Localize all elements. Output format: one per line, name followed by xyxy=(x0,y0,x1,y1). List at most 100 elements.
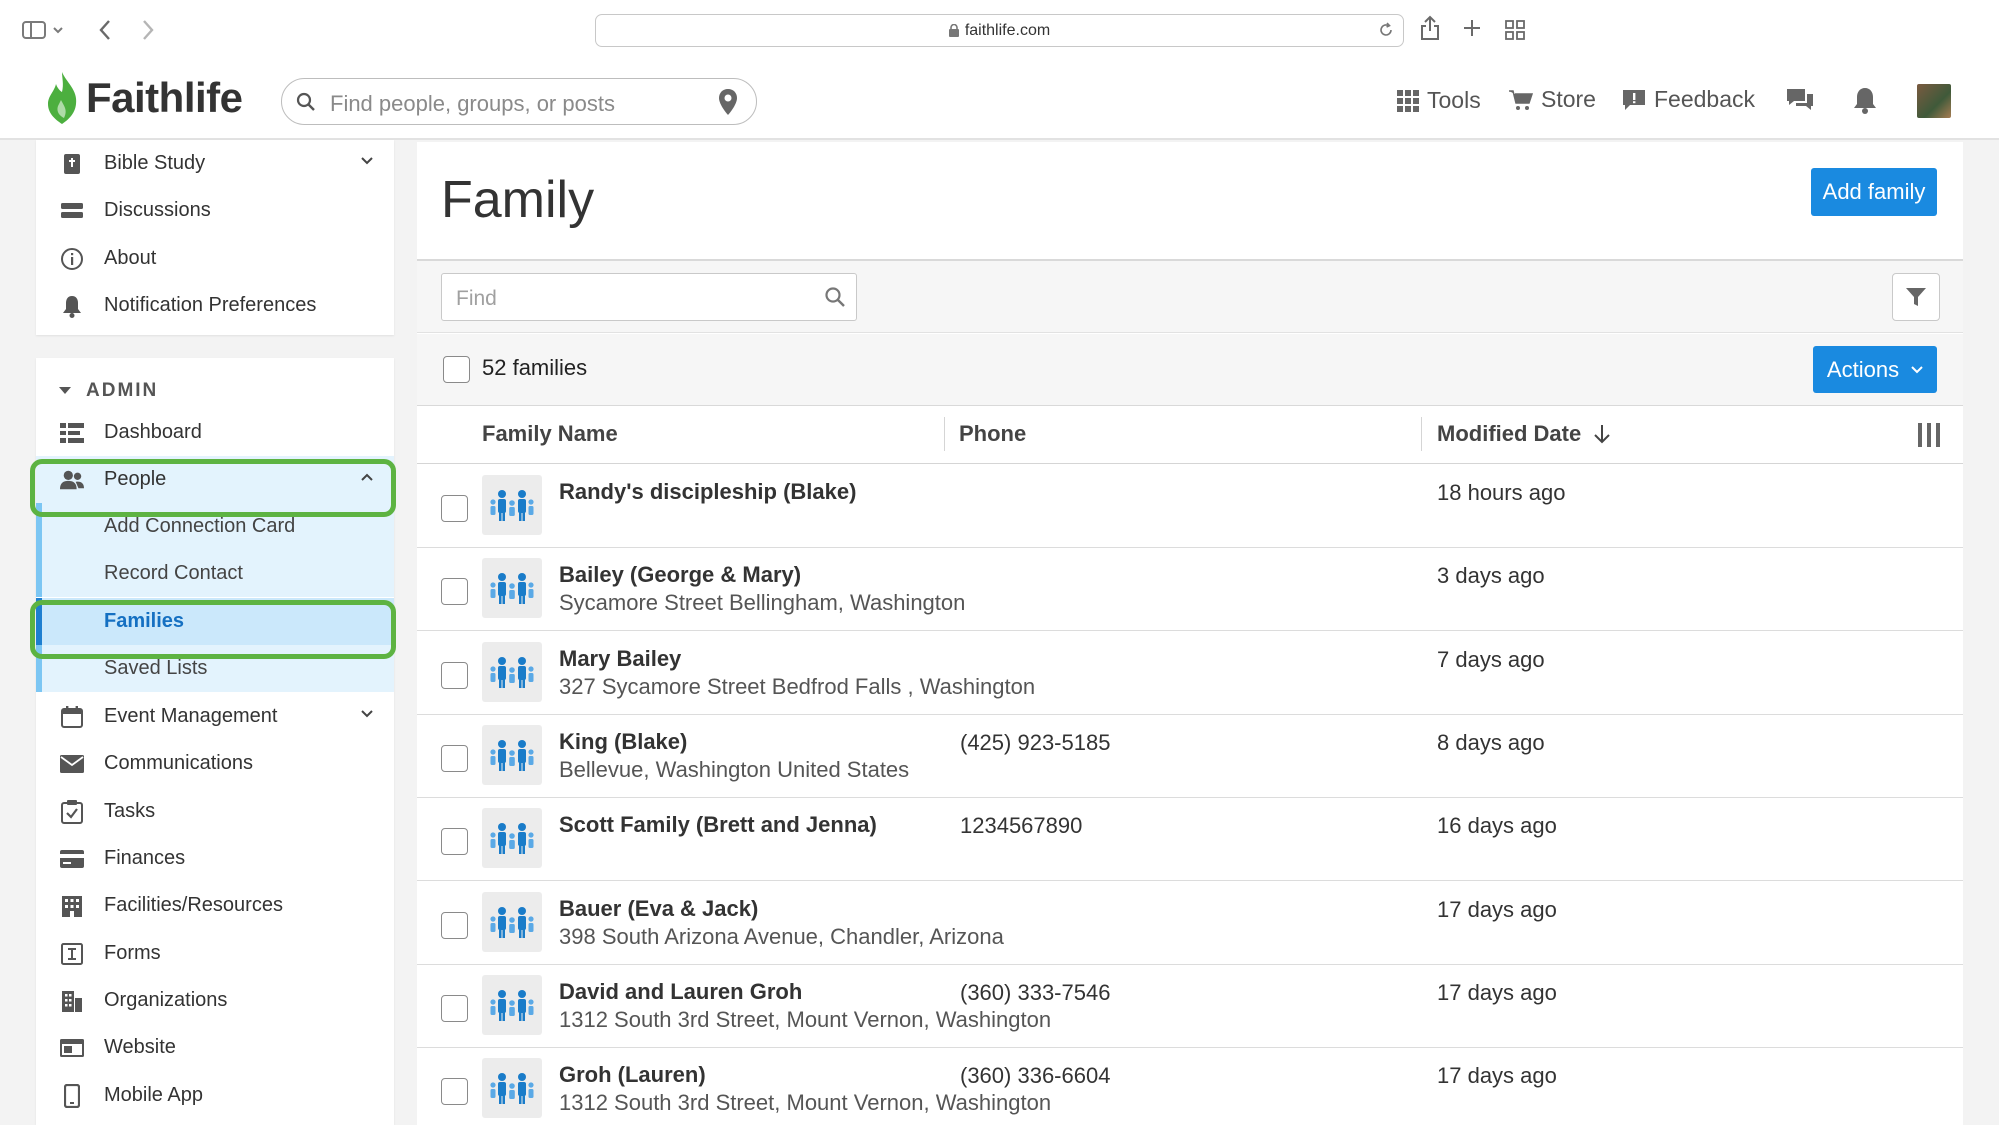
sidebar-item-discussions[interactable]: Discussions xyxy=(36,187,394,234)
reload-icon[interactable] xyxy=(1377,21,1395,39)
nav-feedback[interactable]: Feedback xyxy=(1622,86,1755,113)
row-checkbox[interactable] xyxy=(441,995,468,1022)
sidebar-item-forms[interactable]: Forms xyxy=(36,930,394,977)
column-divider[interactable] xyxy=(944,417,945,451)
row-checkbox[interactable] xyxy=(441,828,468,855)
family-icon xyxy=(482,808,542,868)
row-checkbox[interactable] xyxy=(441,912,468,939)
sidebar-item-organizations[interactable]: Organizations xyxy=(36,977,394,1024)
column-settings-icon[interactable] xyxy=(1917,422,1941,448)
global-search-input[interactable]: Find people, groups, or posts xyxy=(281,78,757,125)
filter-button[interactable] xyxy=(1892,273,1940,321)
search-placeholder: Find people, groups, or posts xyxy=(330,91,615,116)
url-text: faithlife.com xyxy=(964,21,1051,39)
nav-tools[interactable]: Tools xyxy=(1397,87,1481,114)
tab-overview-icon[interactable] xyxy=(1505,20,1525,40)
share-icon[interactable] xyxy=(1420,15,1440,41)
sidebar-item-tasks[interactable]: Tasks xyxy=(36,788,394,835)
faithlife-logo[interactable]: Faithlife xyxy=(44,70,243,126)
selection-row xyxy=(417,334,1963,406)
sidebar-item-label: Finances xyxy=(104,847,186,869)
family-name-link[interactable]: Scott Family (Brett and Jenna) xyxy=(559,812,877,838)
sidebar-item-notification-preferences[interactable]: Notification Preferences xyxy=(36,282,394,329)
family-name-link[interactable]: Mary Bailey xyxy=(559,646,681,672)
find-placeholder: Find xyxy=(456,287,497,310)
info-icon xyxy=(60,247,84,271)
sidebar-item-mobile-app[interactable]: Mobile App xyxy=(36,1072,394,1119)
row-checkbox[interactable] xyxy=(441,1078,468,1105)
grid-icon xyxy=(1397,89,1427,112)
actions-dropdown-button[interactable]: Actions xyxy=(1813,346,1937,393)
row-checkbox[interactable] xyxy=(441,578,468,605)
sidebar-subitem-label: Record Contact xyxy=(104,562,243,584)
modified-date: 8 days ago xyxy=(1437,730,1545,755)
sidebar-item-website[interactable]: Website xyxy=(36,1024,394,1071)
sidebar-item-communications[interactable]: Communications xyxy=(36,740,394,787)
sort-descending-icon xyxy=(1593,424,1611,444)
column-header-label: Modified Date xyxy=(1437,421,1582,446)
family-name-link[interactable]: Bailey (George & Mary) xyxy=(559,562,801,588)
sidebar-item-about[interactable]: About xyxy=(36,235,394,282)
new-tab-icon[interactable] xyxy=(1462,18,1482,38)
add-family-button[interactable]: Add family xyxy=(1811,168,1937,216)
table-row[interactable] xyxy=(417,798,1963,881)
sidebar-item-bible-study[interactable]: Bible Study xyxy=(36,140,394,187)
sidebar-item-facilities[interactable]: Facilities/Resources xyxy=(36,882,394,929)
filter-icon xyxy=(1905,286,1927,308)
organization-icon xyxy=(60,989,84,1013)
family-name-link[interactable]: Bauer (Eva & Jack) xyxy=(559,896,758,922)
row-checkbox[interactable] xyxy=(441,745,468,772)
family-phone: (425) 923-5185 xyxy=(960,730,1111,755)
cart-icon xyxy=(1509,89,1541,111)
forward-icon[interactable] xyxy=(141,19,155,41)
sidebar-item-label: Notification Preferences xyxy=(104,294,317,316)
sidebar-item-label: Discussions xyxy=(104,199,211,221)
family-icon xyxy=(482,975,542,1035)
column-header-family-name[interactable]: Family Name xyxy=(482,421,618,447)
row-checkbox[interactable] xyxy=(441,662,468,689)
chevron-down-icon[interactable] xyxy=(360,707,374,721)
sidebar-item-finances[interactable]: Finances xyxy=(36,835,394,882)
family-name-link[interactable]: King (Blake) xyxy=(559,729,687,755)
table-row[interactable] xyxy=(417,465,1963,548)
clipboard-check-icon xyxy=(60,800,84,824)
chevron-down-icon[interactable] xyxy=(360,154,374,168)
column-divider[interactable] xyxy=(1421,417,1422,451)
family-name-link[interactable]: David and Lauren Groh xyxy=(559,979,802,1005)
caret-down-icon xyxy=(58,386,72,396)
dashboard-icon xyxy=(60,421,84,445)
envelope-icon xyxy=(60,752,84,776)
sidebar-subitem-record-contact[interactable]: Record Contact xyxy=(36,550,394,597)
address-bar[interactable]: faithlife.com xyxy=(595,14,1404,47)
select-all-checkbox[interactable] xyxy=(443,356,470,383)
find-input[interactable]: Find xyxy=(441,273,857,321)
sidebar-toggle-icon[interactable] xyxy=(22,20,64,40)
logo-text: Faithlife xyxy=(86,74,243,121)
family-address: 1312 South 3rd Street, Mount Vernon, Was… xyxy=(559,1090,1052,1115)
actions-label: Actions xyxy=(1826,356,1900,382)
user-avatar[interactable] xyxy=(1917,84,1951,118)
family-address: Bellevue, Washington United States xyxy=(559,757,910,782)
family-icon xyxy=(482,725,542,785)
notifications-bell-icon[interactable] xyxy=(1852,86,1878,114)
modified-date: 18 hours ago xyxy=(1437,480,1566,505)
form-icon xyxy=(60,942,84,966)
messages-icon[interactable] xyxy=(1785,87,1815,113)
row-checkbox[interactable] xyxy=(441,495,468,522)
column-header-modified-date[interactable]: Modified Date xyxy=(1437,421,1611,447)
back-icon[interactable] xyxy=(98,19,112,41)
sidebar-item-event-management[interactable]: Event Management xyxy=(36,693,394,740)
nav-store-label: Store xyxy=(1541,86,1596,112)
building-icon xyxy=(60,894,84,918)
sidebar-item-label: Tasks xyxy=(104,800,156,822)
location-pin-icon[interactable] xyxy=(718,88,738,116)
family-name-link[interactable]: Randy's discipleship (Blake) xyxy=(559,479,856,505)
family-name-link[interactable]: Groh (Lauren) xyxy=(559,1062,706,1088)
sidebar-item-label: Organizations xyxy=(104,989,228,1011)
nav-store[interactable]: Store xyxy=(1509,86,1596,113)
admin-section-toggle[interactable]: ADMIN xyxy=(58,380,158,402)
page-title: Family xyxy=(441,171,595,229)
column-header-phone[interactable]: Phone xyxy=(959,421,1026,447)
family-icon xyxy=(482,1058,542,1118)
sidebar-item-dashboard[interactable]: Dashboard xyxy=(36,409,394,456)
